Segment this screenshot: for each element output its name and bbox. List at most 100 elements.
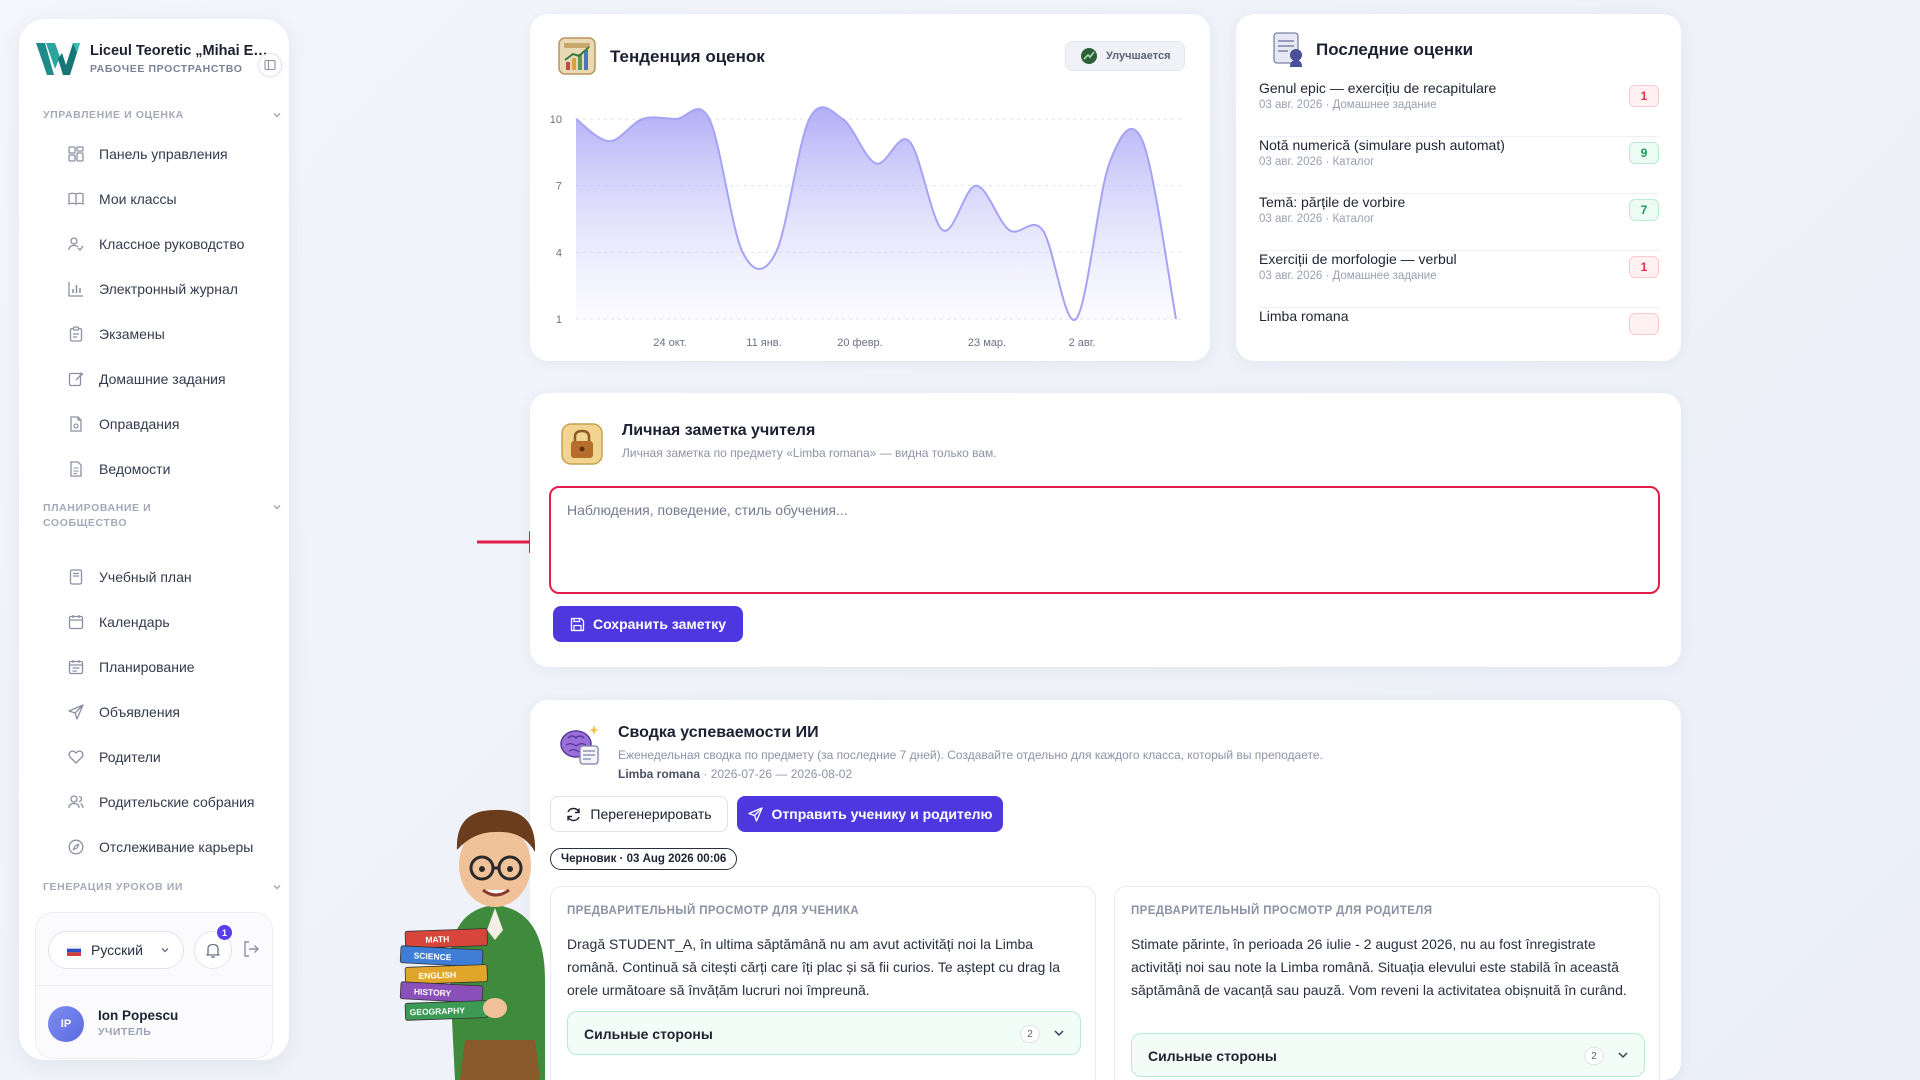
nav-section-planning[interactable]: ПЛАНИРОВАНИЕ И СООБЩЕСТВО xyxy=(43,501,283,531)
summary-period: Limba romana · 2026-07-26 — 2026-08-02 xyxy=(618,767,852,781)
divider xyxy=(36,985,272,986)
avatar[interactable]: IP xyxy=(48,1006,84,1042)
sidebar-item-my-classes[interactable]: Мои классы xyxy=(43,182,289,216)
book-title: ENGLISH xyxy=(418,970,456,981)
bell-icon xyxy=(206,943,220,958)
sidebar-item-label: Объявления xyxy=(99,704,180,720)
grade-value-badge: 9 xyxy=(1629,142,1659,164)
sidebar-item-curriculum[interactable]: Учебный план xyxy=(43,560,289,594)
teacher-note-textarea[interactable] xyxy=(549,486,1660,594)
teacher-mascot-illustration: MATH SCIENCE ENGLISH HISTORY GEOGRAPHY xyxy=(399,809,545,1080)
sidebar-item-parent-meetings[interactable]: Родительские собрания xyxy=(43,785,289,819)
teacher-note-card: Личная заметка учителя Личная заметка по… xyxy=(530,393,1681,667)
nav-section-management[interactable]: УПРАВЛЕНИЕ И ОЦЕНКА xyxy=(43,109,283,121)
sidebar-collapse-button[interactable] xyxy=(258,53,282,77)
card-subtitle: Еженедельная сводка по предмету (за посл… xyxy=(618,748,1323,762)
grade-list-item[interactable]: Genul epic — exercițiu de recapitulare 03… xyxy=(1259,80,1659,137)
language-label: Русский xyxy=(91,942,143,958)
nav-section-ai-lessons[interactable]: ГЕНЕРАЦИЯ УРОКОВ ИИ xyxy=(43,881,283,893)
card-subtitle: Личная заметка по предмету «Limba romana… xyxy=(622,446,997,460)
y-tick-label: 1 xyxy=(556,314,562,326)
sidebar-item-gradebook[interactable]: Электронный журнал xyxy=(43,272,289,306)
russian-flag-icon xyxy=(67,944,81,956)
ai-summary-card: Сводка успеваемости ИИ Еженедельная свод… xyxy=(530,700,1681,1080)
chevron-down-icon xyxy=(273,504,281,510)
book-title: GEOGRAPHY xyxy=(410,1005,466,1017)
sidebar-item-label: Отслеживание карьеры xyxy=(99,839,254,855)
users-icon xyxy=(67,793,85,811)
save-note-button[interactable]: Сохранить заметку xyxy=(553,606,743,642)
nav-section-label: ПЛАНИРОВАНИЕ И СООБЩЕСТВО xyxy=(43,502,152,529)
grade-trend-chart: 10 7 4 1 24 окт. 11 янв. 20 февр. 23 мар. 2 авг. xyxy=(550,106,1184,349)
grade-assignment-name: Temă: părțile de vorbire xyxy=(1259,194,1406,210)
sidebar-item-label: Ведомости xyxy=(99,461,171,477)
strengths-accordion[interactable]: Сильные стороны 2 xyxy=(1131,1033,1645,1077)
strengths-accordion[interactable]: Сильные стороны 2 xyxy=(567,1011,1081,1055)
bar-chart-icon xyxy=(67,280,85,298)
preview-label: ПРЕДВАРИТЕЛЬНЫЙ ПРОСМОТР ДЛЯ РОДИТЕЛЯ xyxy=(1131,905,1433,917)
sidebar-item-statements[interactable]: Ведомости xyxy=(43,452,289,486)
x-tick-label: 11 янв. xyxy=(746,337,781,349)
grade-meta: 03 авг. 2026 · Домашнее задание xyxy=(1259,99,1437,111)
chevron-down-icon xyxy=(273,112,281,118)
sidebar-item-announcements[interactable]: Объявления xyxy=(43,695,289,729)
user-card: Русский 1 IP Ion Popescu УЧИТЕЛЬ xyxy=(35,912,273,1059)
strengths-label: Сильные стороны xyxy=(584,1026,713,1042)
sidebar-item-homework[interactable]: Домашние задания xyxy=(43,362,289,396)
grade-value-badge xyxy=(1629,313,1659,335)
file-icon xyxy=(67,415,85,433)
grade-assignment-name: Notă numerică (simulare push automat) xyxy=(1259,137,1505,153)
y-tick-label: 10 xyxy=(550,114,562,126)
preview-text: Stimate părinte, în perioada 26 iulie - … xyxy=(1131,936,1627,998)
compass-icon xyxy=(67,838,85,856)
grade-list-item[interactable]: Limba romana xyxy=(1259,308,1659,361)
sidebar-item-excuses[interactable]: Оправдания xyxy=(43,407,289,441)
sidebar-item-parents[interactable]: Родители xyxy=(43,740,289,774)
x-tick-label: 2 авг. xyxy=(1069,337,1096,349)
send-label: Отправить ученику и родителю xyxy=(771,806,993,822)
sidebar-item-calendar[interactable]: Календарь xyxy=(43,605,289,639)
x-tick-label: 23 мар. xyxy=(968,337,1006,349)
grade-meta: 03 авг. 2026 · Каталог xyxy=(1259,213,1375,225)
strengths-label: Сильные стороны xyxy=(1148,1048,1277,1064)
sidebar-item-planning[interactable]: Планирование xyxy=(43,650,289,684)
logout-icon[interactable] xyxy=(242,940,260,958)
subject-name: Limba romana xyxy=(618,767,701,781)
sidebar-item-label: Экзамены xyxy=(99,326,165,342)
chevron-down-icon xyxy=(1054,1030,1064,1037)
lock-icon xyxy=(561,423,603,465)
sidebar-item-homeroom[interactable]: Классное руководство xyxy=(43,227,289,261)
card-title: Последние оценки xyxy=(1316,40,1474,59)
sidebar-item-label: Календарь xyxy=(99,614,170,630)
school-logo-icon xyxy=(36,43,80,75)
grade-list-item[interactable]: Temă: părțile de vorbire 03 авг. 2026 · К… xyxy=(1259,194,1659,251)
sidebar-item-label: Родительские собрания xyxy=(99,794,255,810)
sidebar-item-label: Планирование xyxy=(99,659,195,675)
send-to-student-and-parent-button[interactable]: Отправить ученику и родителю xyxy=(737,796,1003,832)
save-note-label: Сохранить заметку xyxy=(592,616,727,632)
language-select[interactable]: Русский xyxy=(48,931,184,969)
growth-icon xyxy=(1081,48,1097,64)
clipboard-icon xyxy=(67,325,85,343)
send-icon xyxy=(747,806,763,822)
parent-preview-panel: ПРЕДВАРИТЕЛЬНЫЙ ПРОСМОТР ДЛЯ РОДИТЕЛЯ St… xyxy=(1114,886,1660,1080)
grade-list-item[interactable]: Exerciții de morfologie — verbul 03 авг. … xyxy=(1259,251,1659,308)
brand[interactable]: Liceul Teoretic „Mihai Eminescu” РАБОЧЕЕ… xyxy=(33,37,275,81)
card-title: Тенденция оценок xyxy=(610,47,765,66)
sidebar-item-label: Электронный журнал xyxy=(99,281,238,297)
preview-label: ПРЕДВАРИТЕЛЬНЫЙ ПРОСМОТР ДЛЯ УЧЕНИКА xyxy=(567,905,860,917)
calendar-icon xyxy=(67,613,85,631)
student-preview-panel: ПРЕДВАРИТЕЛЬНЫЙ ПРОСМОТР ДЛЯ УЧЕНИКА Dra… xyxy=(550,886,1096,1080)
sidebar-item-career-tracking[interactable]: Отслеживание карьеры xyxy=(43,830,289,864)
sidebar-item-exams[interactable]: Экзамены xyxy=(43,317,289,351)
y-tick-label: 7 xyxy=(556,181,562,193)
card-title: Сводка успеваемости ИИ xyxy=(618,724,819,741)
grade-assignment-name: Limba romana xyxy=(1259,308,1349,324)
recent-grades-card: Последние оценки Genul epic — exercițiu … xyxy=(1236,14,1681,361)
grade-meta: 03 авг. 2026 · Домашнее задание xyxy=(1259,270,1437,282)
grade-list-item[interactable]: Notă numerică (simulare push automat) 03 … xyxy=(1259,137,1659,194)
chevron-down-icon xyxy=(161,948,169,953)
user-check-icon xyxy=(67,235,85,253)
sidebar-item-dashboard[interactable]: Панель управления xyxy=(43,137,289,171)
chevron-down-icon xyxy=(273,884,281,890)
